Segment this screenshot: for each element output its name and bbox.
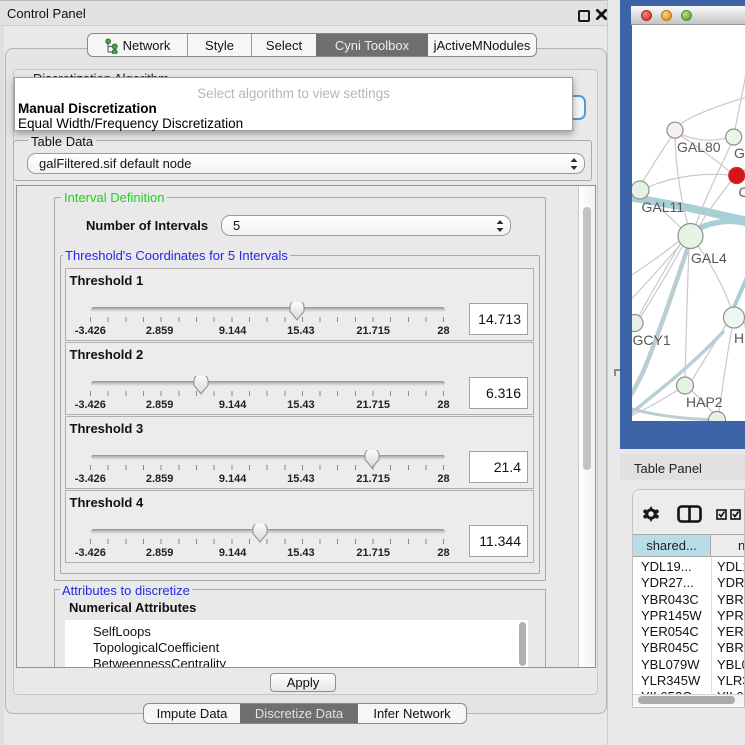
svg-text:GAL4: GAL4: [691, 250, 727, 266]
svg-text:H: H: [734, 330, 744, 346]
svg-text:HAP2: HAP2: [686, 394, 723, 410]
svg-text:GCY1: GCY1: [633, 332, 671, 348]
svg-text:GAL11: GAL11: [642, 199, 685, 215]
svg-text:GAL80: GAL80: [677, 139, 721, 155]
svg-text:C: C: [739, 184, 745, 200]
svg-text:GA: GA: [734, 145, 745, 161]
